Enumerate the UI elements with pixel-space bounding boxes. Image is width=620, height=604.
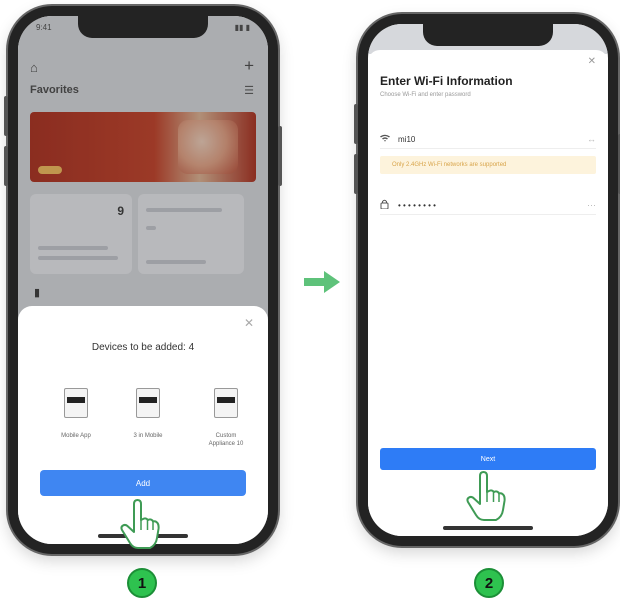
device-list: Mobile App 3 in Mobile Custom Appliance … — [46, 388, 268, 468]
close-icon[interactable]: ✕ — [244, 316, 254, 330]
home-indicator — [443, 526, 533, 530]
power-button — [278, 126, 282, 186]
wifi-ssid-field[interactable]: mi10 ↔ — [380, 130, 596, 149]
add-button[interactable]: Add — [40, 470, 246, 496]
arrow-right-icon — [304, 271, 340, 293]
device-item[interactable]: Mobile App — [46, 388, 106, 440]
lock-icon — [380, 199, 398, 211]
status-time: 9:41 — [36, 22, 52, 32]
eye-icon[interactable]: ⋯ — [587, 200, 596, 211]
wifi-modal: ✕ Enter Wi-Fi Information Choose Wi-Fi a… — [368, 50, 608, 536]
phone-screen-2: ✕ Enter Wi-Fi Information Choose Wi-Fi a… — [368, 24, 608, 536]
device-label: Mobile App — [61, 433, 91, 439]
device-label: 3 in Mobile — [133, 433, 163, 439]
next-button[interactable]: Next — [380, 448, 596, 470]
wifi-password-field[interactable]: • • • • • • • • ⋯ — [380, 196, 596, 215]
volume-down-button — [354, 154, 358, 194]
wifi-subtitle: Choose Wi-Fi and enter password — [380, 92, 471, 98]
sheet-title: Devices to be added: 4 — [91, 342, 195, 353]
wifi-title: Enter Wi-Fi Information — [380, 74, 513, 88]
step-badge-2: 2 — [474, 568, 504, 598]
device-item[interactable]: 3 in Mobile — [118, 388, 178, 440]
hand-pointer-icon — [120, 499, 160, 549]
phone-notch — [78, 16, 208, 38]
close-icon[interactable]: ✕ — [588, 56, 596, 67]
device-icon — [214, 388, 238, 418]
status-indicators: ▮▮ ▮ — [234, 22, 250, 32]
volume-up-button — [4, 96, 8, 136]
device-icon — [64, 388, 88, 418]
phone-step-1: 9:41 ▮▮ ▮ ⌂ + Favorites ☰ 9 ▮ ✕ Devices … — [4, 6, 282, 554]
tutorial-stage: 9:41 ▮▮ ▮ ⌂ + Favorites ☰ 9 ▮ ✕ Devices … — [0, 0, 620, 604]
phone-screen-1: 9:41 ▮▮ ▮ ⌂ + Favorites ☰ 9 ▮ ✕ Devices … — [18, 16, 268, 544]
swap-icon[interactable]: ↔ — [587, 134, 596, 144]
step-badge-1: 1 — [127, 568, 157, 598]
volume-up-button — [354, 104, 358, 144]
band-warning: Only 2.4GHz Wi-Fi networks are supported — [380, 156, 596, 174]
device-icon — [136, 388, 160, 418]
wifi-icon — [380, 134, 398, 144]
password-value: • • • • • • • • — [398, 200, 436, 210]
volume-down-button — [4, 146, 8, 186]
device-label: Custom Appliance 10 — [208, 433, 244, 447]
phone-step-2: ✕ Enter Wi-Fi Information Choose Wi-Fi a… — [354, 14, 620, 546]
wifi-ssid-value: mi10 — [398, 134, 416, 144]
hand-pointer-icon — [466, 471, 506, 521]
device-item[interactable]: Custom Appliance 10 — [196, 388, 256, 448]
phone-notch — [423, 24, 553, 46]
